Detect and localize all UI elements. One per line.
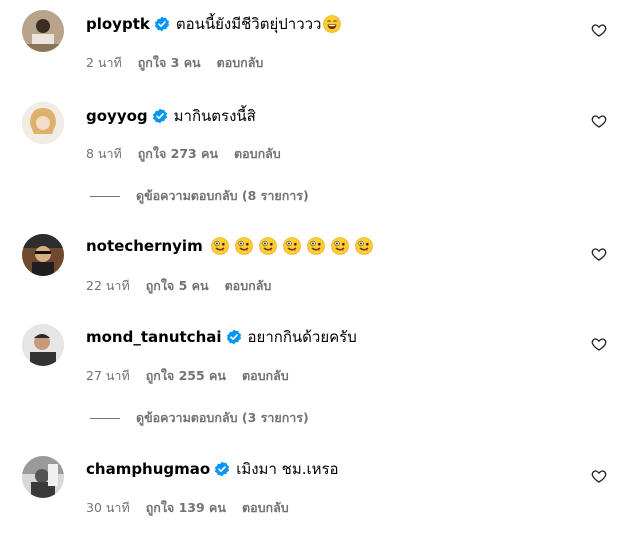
verified-badge-icon [154, 16, 170, 32]
zany-face-emoji [258, 237, 277, 255]
comment-text: ตอนนี้ยังมีชีวิตยุ่ปาววว [176, 12, 348, 36]
likes-count[interactable]: ถูกใจ 273 คน [138, 144, 218, 164]
likes-count[interactable]: ถูกใจ 139 คน [146, 498, 226, 518]
likes-count[interactable]: ถูกใจ 255 คน [146, 366, 226, 386]
view-replies-button[interactable]: ดูข้อความตอบกลับ (3 รายการ) [90, 409, 309, 427]
zany-face-emoji [282, 237, 301, 255]
laughing-sweat-emoji [323, 15, 342, 33]
likes-count[interactable]: ถูกใจ 5 คน [146, 276, 209, 296]
avatar[interactable] [22, 456, 64, 498]
timestamp: 22 นาที [86, 278, 130, 293]
timestamp: 30 นาที [86, 500, 130, 515]
divider-line [90, 417, 120, 419]
reply-button[interactable]: ตอบกลับ [234, 144, 281, 164]
username[interactable]: notechernyim [86, 237, 203, 255]
comment-meta: 22 นาที ถูกใจ 5 คน ตอบกลับ [86, 277, 271, 295]
reply-button[interactable]: ตอบกลับ [242, 498, 289, 518]
username[interactable]: ployptk [86, 15, 150, 33]
divider-line [90, 195, 120, 197]
zany-face-emoji [330, 237, 349, 255]
username[interactable]: goyyog [86, 107, 148, 125]
reply-button[interactable]: ตอบกลับ [225, 276, 272, 296]
comment-text: มากินตรงนี้สิ [173, 107, 256, 125]
verified-badge-icon [226, 329, 242, 345]
comment-header: notechernyim [86, 234, 379, 258]
comment-header: mond_tanutchai อยากกินด้วยครับ [86, 325, 357, 349]
heart-outline-icon[interactable] [591, 246, 607, 262]
avatar[interactable] [22, 10, 64, 52]
comment-header: champhugmao เมิงมา ชม.เหรอ [86, 457, 339, 481]
comment-text: เมิงมา ชม.เหรอ [236, 460, 339, 478]
comment-meta: 30 นาที ถูกใจ 139 คน ตอบกลับ [86, 499, 289, 517]
username[interactable]: mond_tanutchai [86, 328, 222, 346]
view-replies-label[interactable]: ดูข้อความตอบกลับ (8 รายการ) [136, 186, 309, 206]
zany-face-emoji [306, 237, 325, 255]
heart-outline-icon[interactable] [591, 22, 607, 38]
heart-outline-icon[interactable] [591, 113, 607, 129]
avatar[interactable] [22, 234, 64, 276]
comment-meta: 2 นาที ถูกใจ 3 คน ตอบกลับ [86, 54, 263, 72]
verified-badge-icon [152, 108, 168, 124]
comment-text: อยากกินด้วยครับ [247, 328, 357, 346]
comment-text [210, 237, 379, 255]
avatar[interactable] [22, 102, 64, 144]
verified-badge-icon [214, 461, 230, 477]
comment-meta: 27 นาที ถูกใจ 255 คน ตอบกลับ [86, 367, 289, 385]
heart-outline-icon[interactable] [591, 336, 607, 352]
timestamp: 27 นาที [86, 368, 130, 383]
avatar[interactable] [22, 324, 64, 366]
heart-outline-icon[interactable] [591, 468, 607, 484]
comment-meta: 8 นาที ถูกใจ 273 คน ตอบกลับ [86, 145, 281, 163]
view-replies-label[interactable]: ดูข้อความตอบกลับ (3 รายการ) [136, 408, 309, 428]
comment-header: goyyog มากินตรงนี้สิ [86, 104, 256, 128]
view-replies-button[interactable]: ดูข้อความตอบกลับ (8 รายการ) [90, 187, 309, 205]
comment-text-content: ตอนนี้ยังมีชีวิตยุ่ปาววว [175, 15, 322, 33]
zany-face-emoji [210, 237, 229, 255]
zany-face-emoji [234, 237, 253, 255]
timestamp: 2 นาที [86, 55, 122, 70]
timestamp: 8 นาที [86, 146, 122, 161]
reply-button[interactable]: ตอบกลับ [217, 53, 264, 73]
username[interactable]: champhugmao [86, 460, 210, 478]
likes-count[interactable]: ถูกใจ 3 คน [138, 53, 201, 73]
reply-button[interactable]: ตอบกลับ [242, 366, 289, 386]
zany-face-emoji [354, 237, 373, 255]
comment-header: ployptk ตอนนี้ยังมีชีวิตยุ่ปาววว [86, 12, 347, 36]
